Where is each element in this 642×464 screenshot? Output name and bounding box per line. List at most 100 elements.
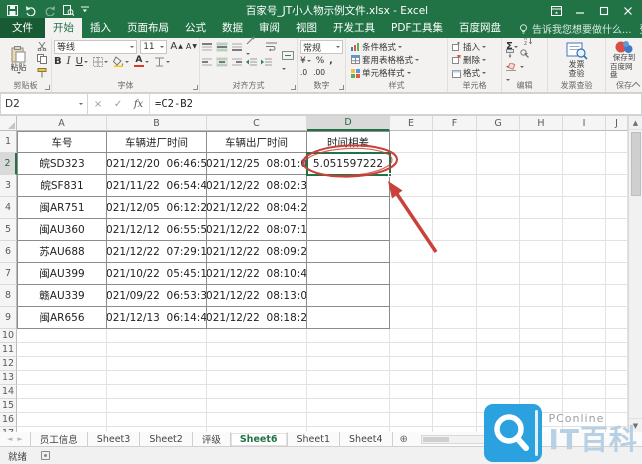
- merge-center-icon[interactable]: [282, 51, 294, 73]
- cell-I7[interactable]: [563, 263, 606, 285]
- cell-A11[interactable]: [17, 343, 107, 357]
- column-header-D[interactable]: D: [307, 116, 390, 131]
- phonetic-guide-button[interactable]: [154, 56, 170, 67]
- cell-G4[interactable]: [477, 197, 520, 219]
- conditional-formatting-button[interactable]: 条件格式: [351, 40, 445, 53]
- sheet-nav-arrows[interactable]: ◄ ►: [0, 432, 30, 446]
- row-header-12[interactable]: 12: [0, 357, 17, 371]
- cell-J12[interactable]: [606, 357, 628, 371]
- cell-E2[interactable]: [390, 153, 433, 175]
- cell-E1[interactable]: [390, 131, 433, 153]
- cell-D9[interactable]: [307, 307, 390, 329]
- cell-C17[interactable]: [207, 427, 307, 432]
- cell-B4[interactable]: 2021/12/05 06:12:28: [107, 197, 207, 219]
- cell-G1[interactable]: [477, 131, 520, 153]
- accounting-format-button[interactable]: ¥: [300, 56, 311, 66]
- cell-E8[interactable]: [390, 285, 433, 307]
- cell-A5[interactable]: 闽AU360: [17, 219, 107, 241]
- cell-F15[interactable]: [433, 399, 477, 413]
- column-header-E[interactable]: E: [390, 116, 433, 131]
- insert-cells-button[interactable]: 插入: [452, 40, 499, 53]
- cell-styles-button[interactable]: 单元格样式: [351, 67, 445, 80]
- cell-D6[interactable]: [307, 241, 390, 263]
- grow-font-button[interactable]: A▲: [170, 41, 182, 52]
- font-size-combo[interactable]: 11: [140, 40, 167, 54]
- bold-button[interactable]: B: [54, 56, 62, 67]
- cell-J11[interactable]: [606, 343, 628, 357]
- copy-icon[interactable]: [37, 54, 47, 64]
- sheet-tab-Sheet2[interactable]: Sheet2: [140, 432, 193, 446]
- cell-H1[interactable]: [520, 131, 563, 153]
- increase-decimal-button[interactable]: .0: [300, 68, 307, 77]
- cell-I3[interactable]: [563, 175, 606, 197]
- cell-D4[interactable]: [307, 197, 390, 219]
- cell-F7[interactable]: [433, 263, 477, 285]
- cell-B17[interactable]: [107, 427, 207, 432]
- row-header-1[interactable]: 1: [0, 131, 17, 153]
- column-header-B[interactable]: B: [107, 116, 207, 131]
- cell-D8[interactable]: [307, 285, 390, 307]
- cell-E16[interactable]: [390, 413, 433, 427]
- ribbon-tab-8[interactable]: 开发工具: [325, 18, 383, 38]
- cell-E14[interactable]: [390, 385, 433, 399]
- ribbon-tab-2[interactable]: 插入: [82, 18, 119, 38]
- cell-J13[interactable]: [606, 371, 628, 385]
- cell-D12[interactable]: [307, 357, 390, 371]
- row-header-6[interactable]: 6: [0, 241, 17, 263]
- cell-J3[interactable]: [606, 175, 628, 197]
- cell-J2[interactable]: [606, 153, 628, 175]
- row-header-13[interactable]: 13: [0, 371, 17, 385]
- row-header-16[interactable]: 16: [0, 413, 17, 427]
- cell-A13[interactable]: [17, 371, 107, 385]
- comma-style-button[interactable]: ,: [329, 56, 332, 66]
- cell-H6[interactable]: [520, 241, 563, 263]
- ribbon-tab-10[interactable]: 百度网盘: [451, 18, 509, 38]
- cell-D10[interactable]: [307, 329, 390, 343]
- cell-B10[interactable]: [107, 329, 207, 343]
- align-center-icon[interactable]: [216, 57, 228, 67]
- shrink-font-button[interactable]: A▼: [186, 42, 197, 51]
- cell-G8[interactable]: [477, 285, 520, 307]
- cell-J5[interactable]: [606, 219, 628, 241]
- cell-F12[interactable]: [433, 357, 477, 371]
- cell-A8[interactable]: 赣AU339: [17, 285, 107, 307]
- cell-D11[interactable]: [307, 343, 390, 357]
- cell-A16[interactable]: [17, 413, 107, 427]
- cell-F8[interactable]: [433, 285, 477, 307]
- cell-G9[interactable]: [477, 307, 520, 329]
- cell-C1[interactable]: 车辆出厂时间: [207, 131, 307, 153]
- new-sheet-button[interactable]: ⊕: [393, 432, 415, 446]
- cell-D1[interactable]: 时间相差: [307, 131, 390, 153]
- cell-A1[interactable]: 车号: [17, 131, 107, 153]
- row-header-14[interactable]: 14: [0, 385, 17, 399]
- cell-B5[interactable]: 2021/12/12 06:55:58: [107, 219, 207, 241]
- formula-input[interactable]: =C2-B2: [150, 93, 642, 115]
- cell-F1[interactable]: [433, 131, 477, 153]
- cell-A10[interactable]: [17, 329, 107, 343]
- cell-J1[interactable]: [606, 131, 628, 153]
- macro-record-icon[interactable]: [41, 451, 50, 460]
- cell-F6[interactable]: [433, 241, 477, 263]
- ribbon-tab-6[interactable]: 审阅: [251, 18, 288, 38]
- ribbon-display-options-icon[interactable]: [544, 0, 568, 21]
- italic-button[interactable]: I: [67, 56, 71, 67]
- cell-A6[interactable]: 苏AU688: [17, 241, 107, 263]
- cell-D2[interactable]: 5.051597222: [307, 153, 390, 175]
- cell-F13[interactable]: [433, 371, 477, 385]
- cell-C8[interactable]: 2021/12/22 08:13:06: [207, 285, 307, 307]
- undo-icon[interactable]: [25, 6, 37, 16]
- cell-H3[interactable]: [520, 175, 563, 197]
- decrease-decimal-button[interactable]: .00: [313, 68, 325, 77]
- ribbon-tab-9[interactable]: PDF工具集: [383, 18, 451, 38]
- cell-G12[interactable]: [477, 357, 520, 371]
- print-preview-icon[interactable]: [63, 5, 74, 16]
- cell-I13[interactable]: [563, 371, 606, 385]
- borders-button[interactable]: [93, 57, 108, 67]
- cell-H5[interactable]: [520, 219, 563, 241]
- cell-C16[interactable]: [207, 413, 307, 427]
- cell-I12[interactable]: [563, 357, 606, 371]
- top-align-icon[interactable]: [202, 43, 212, 51]
- font-name-combo[interactable]: 等线: [54, 40, 137, 54]
- ribbon-tab-4[interactable]: 公式: [177, 18, 214, 38]
- cell-B12[interactable]: [107, 357, 207, 371]
